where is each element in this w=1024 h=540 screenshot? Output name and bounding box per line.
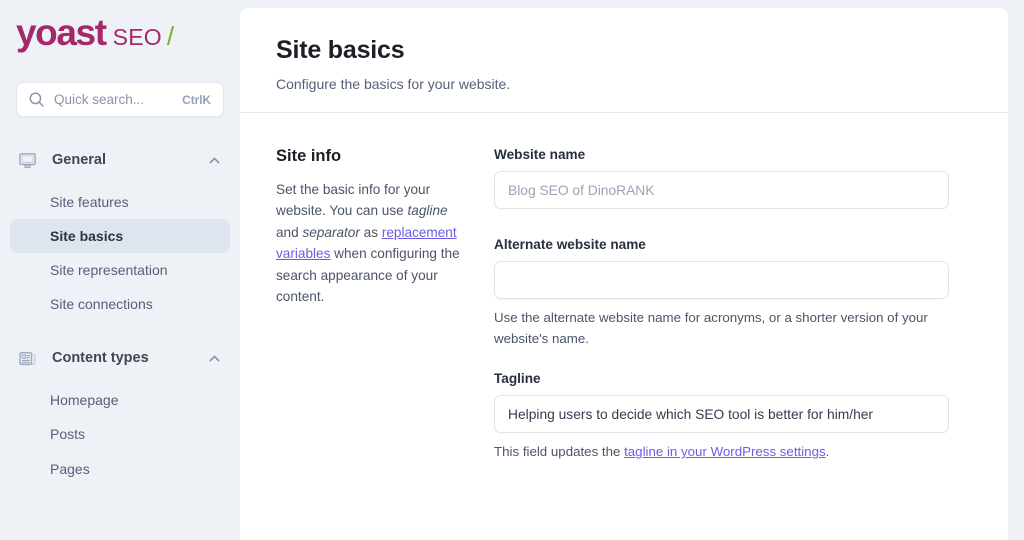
site-info-desc-part3: as <box>359 224 382 240</box>
alternate-website-name-label: Alternate website name <box>494 237 646 252</box>
quick-search-placeholder: Quick search... <box>54 92 145 107</box>
alternate-website-name-help: Use the alternate website name for acron… <box>494 310 928 346</box>
sidebar-item-site-connections[interactable]: Site connections <box>10 287 230 321</box>
sidebar-item-pages[interactable]: Pages <box>10 452 230 486</box>
sidebar-item-homepage[interactable]: Homepage <box>10 383 230 417</box>
website-name-input[interactable] <box>494 171 949 209</box>
nav-group-label-general: General <box>52 152 106 168</box>
quick-search-box[interactable]: Quick search... CtrlK <box>16 82 224 117</box>
nav-group-header-content-types[interactable]: Content types <box>0 341 240 375</box>
chevron-up-icon[interactable] <box>207 153 222 168</box>
tagline-input[interactable] <box>494 395 949 434</box>
site-info-description-column: Site info Set the basic info for your we… <box>276 147 494 485</box>
app-root: yoast SEO / Quick search... CtrlK Genera… <box>0 0 1024 540</box>
tagline-field-group: Tagline This field updates the tagline i… <box>494 371 949 463</box>
site-info-desc-separator-em: separator <box>302 224 360 240</box>
search-shortcut-hint: CtrlK <box>182 92 211 107</box>
sidebar: yoast SEO / Quick search... CtrlK Genera… <box>0 0 240 540</box>
newspaper-icon <box>16 347 38 369</box>
site-info-fields-column: Website name Alternate website name Use … <box>494 147 949 485</box>
nav-sublist-content-types: Homepage Posts Pages <box>0 375 240 485</box>
page-title: Site basics <box>276 36 405 64</box>
tagline-label: Tagline <box>494 371 541 387</box>
nav-sublist-general: Site features Site basics Site represent… <box>0 177 240 321</box>
chevron-up-icon[interactable] <box>207 351 222 366</box>
nav-group-header-general[interactable]: General <box>0 143 240 177</box>
nav-group-general: General Site features Site basics Site r… <box>0 143 240 321</box>
sidebar-item-site-features[interactable]: Site features <box>10 185 230 219</box>
logo-wordmark: yoast <box>16 12 107 53</box>
tagline-help: This field updates the tagline in your W… <box>494 442 949 463</box>
nav-group-content-types: Content types Homepage Posts Pages <box>0 341 240 485</box>
alternate-website-name-field-group: Alternate website name Use the alternate… <box>494 237 949 349</box>
sidebar-nav: General Site features Site basics Site r… <box>0 143 240 486</box>
yoast-logo[interactable]: yoast SEO / <box>0 0 240 62</box>
nav-group-label-content-types: Content types <box>52 350 149 367</box>
site-info-section: Site info Set the basic info for your we… <box>240 113 1008 485</box>
website-name-field-group: Website name <box>494 147 949 209</box>
site-info-description: Set the basic info for your website. You… <box>276 179 464 308</box>
wordpress-tagline-settings-link[interactable]: tagline in your WordPress settings <box>624 444 826 459</box>
tagline-help-prefix: This field updates the <box>494 444 625 460</box>
logo-slash-icon: / <box>166 21 175 51</box>
website-name-label: Website name <box>494 147 586 162</box>
page-subtitle: Configure the basics for your website. <box>276 76 511 92</box>
site-info-heading: Site info <box>276 147 342 165</box>
alternate-website-name-input[interactable] <box>494 261 949 299</box>
site-info-desc-part2: and <box>276 224 303 240</box>
site-info-desc-tagline-em: tagline <box>407 203 448 219</box>
tagline-help-suffix: . <box>825 444 830 460</box>
main-panel: Site basics Configure the basics for you… <box>240 8 1008 540</box>
page-header: Site basics Configure the basics for you… <box>240 8 1008 113</box>
monitor-icon <box>16 149 38 171</box>
sidebar-item-site-basics[interactable]: Site basics <box>10 219 230 254</box>
sidebar-item-posts[interactable]: Posts <box>10 417 230 451</box>
logo-product-name: SEO <box>112 24 162 50</box>
sidebar-item-site-representation[interactable]: Site representation <box>10 253 230 287</box>
search-icon <box>28 91 45 108</box>
